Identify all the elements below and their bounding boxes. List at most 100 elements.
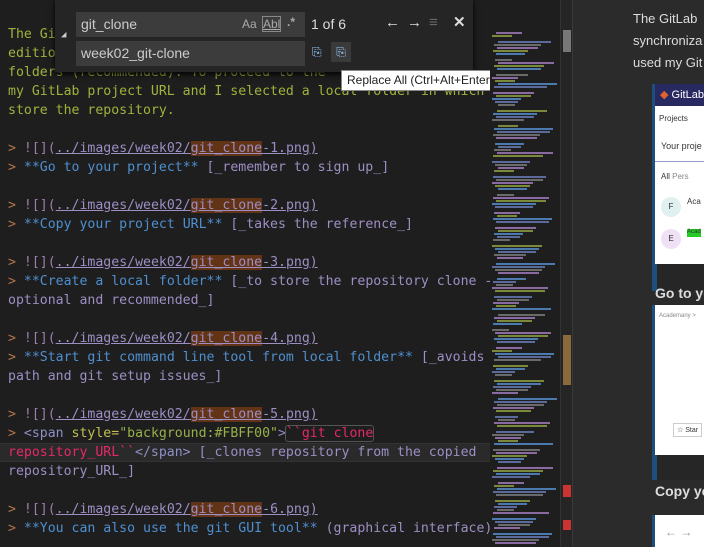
minimap-line <box>493 323 522 325</box>
minimap-line <box>493 365 528 367</box>
token: > <box>8 141 16 156</box>
token: **Start git command line tool from local… <box>23 350 413 365</box>
minimap-line <box>496 431 534 433</box>
match-case-button[interactable]: Aa <box>242 17 257 31</box>
vertical-scrollbar[interactable] <box>560 0 572 547</box>
editor-line: > **Copy your project URL** [_takes the … <box>8 215 413 234</box>
minimap-line <box>498 419 515 421</box>
minimap-line <box>498 146 521 148</box>
replace-input[interactable]: week02_git-clone <box>76 41 305 66</box>
next-match-arrow-icon[interactable]: → <box>407 14 422 31</box>
minimap-line <box>496 536 549 538</box>
search-match: git_clone <box>190 255 263 270</box>
minimap-line <box>493 239 510 241</box>
minimap-line <box>495 101 518 103</box>
toggle-replace-icon[interactable]: ◢ <box>61 30 66 40</box>
minimap[interactable] <box>490 0 560 547</box>
minimap-line <box>493 113 537 115</box>
minimap-line <box>498 503 527 505</box>
image-link: ../images/week02/ <box>55 141 191 156</box>
minimap-line <box>495 206 533 208</box>
minimap-line <box>496 137 537 139</box>
minimap-line <box>492 35 512 37</box>
minimap-line <box>492 518 536 520</box>
scroll-error-marker <box>563 485 571 497</box>
minimap-line <box>498 461 521 463</box>
find-in-selection-icon[interactable]: ≡ <box>429 14 438 31</box>
preview-image-3: ← → <box>655 515 704 547</box>
minimap-line <box>495 500 530 502</box>
editor-line: > **Create a local folder** [_to store t… <box>8 272 490 291</box>
minimap-line <box>496 284 513 286</box>
token: > <box>8 502 16 517</box>
minimap-line <box>498 167 524 169</box>
minimap-line <box>492 350 512 352</box>
editor-line: > **You can also use the git GUI tool** … <box>8 519 490 538</box>
minimap-line <box>494 128 553 130</box>
replace-icon[interactable]: ⎘ <box>312 45 322 60</box>
editor-line: > ![](../images/week02/git_clone-3.png) <box>8 253 318 272</box>
minimap-line <box>495 290 545 292</box>
minimap-line <box>496 200 546 202</box>
regex-button[interactable]: .* <box>287 15 295 29</box>
minimap-line <box>494 233 523 235</box>
minimap-line <box>494 149 511 151</box>
minimap-line <box>493 134 540 136</box>
whole-word-button[interactable]: Abl <box>261 16 282 32</box>
image-link: ../images/week02/ <box>55 198 191 213</box>
minimap-line <box>493 281 516 283</box>
minimap-line <box>492 182 533 184</box>
token: > <box>8 274 16 289</box>
search-match: git_clone <box>190 331 263 346</box>
replace-all-icon[interactable]: ⎘ <box>331 42 351 62</box>
previous-match-arrow-icon[interactable]: ← <box>385 14 400 31</box>
token: > <box>8 160 16 175</box>
minimap-line <box>498 356 551 358</box>
token: **Create a local folder** <box>23 274 223 289</box>
minimap-line <box>494 401 547 403</box>
minimap-line <box>495 458 524 460</box>
your-projects: Your proje <box>655 131 704 162</box>
token: ![]( <box>23 502 56 517</box>
editor-line: > ![](../images/week02/git_clone-1.png) <box>8 139 318 158</box>
token: > <box>8 350 16 365</box>
token: > <box>8 198 16 213</box>
image-link: ../images/week02/ <box>55 255 191 270</box>
minimap-line <box>494 485 514 487</box>
minimap-line <box>495 416 518 418</box>
minimap-line <box>492 539 539 541</box>
minimap-line <box>497 320 532 322</box>
token: <span <box>23 426 64 441</box>
editor-line: path and git setup issues_] <box>8 367 222 386</box>
minimap-line <box>495 374 512 376</box>
minimap-line <box>496 74 528 76</box>
tab-personal: Pers <box>672 172 689 181</box>
minimap-line <box>498 125 518 127</box>
minimap-line <box>493 407 534 409</box>
gitlab-logo-icon: ◆ <box>660 89 669 101</box>
token: style= <box>63 426 120 441</box>
minimap-line <box>492 287 548 289</box>
token: ![]( <box>23 407 56 422</box>
close-icon[interactable]: ✕ <box>453 13 466 31</box>
editor-line: > **Go to your project** [_remember to s… <box>8 158 389 177</box>
search-match: git_clone <box>190 198 263 213</box>
minimap-line <box>498 482 524 484</box>
token: ![]( <box>23 198 56 213</box>
minimap-line <box>494 170 514 172</box>
token: (graphical interface) <box>317 521 490 536</box>
minimap-line <box>492 266 545 268</box>
projects-label: Projects <box>659 114 688 123</box>
minimap-line <box>494 443 553 445</box>
minimap-line <box>492 476 530 478</box>
minimap-line <box>498 230 533 232</box>
minimap-line <box>496 473 540 475</box>
minimap-line <box>497 194 514 196</box>
minimap-line <box>494 86 547 88</box>
search-match: git_clone <box>190 141 263 156</box>
minimap-line <box>496 221 549 223</box>
minimap-line <box>493 197 549 199</box>
minimap-line <box>497 341 535 343</box>
minimap-line <box>492 245 542 247</box>
minimap-line <box>494 254 526 256</box>
